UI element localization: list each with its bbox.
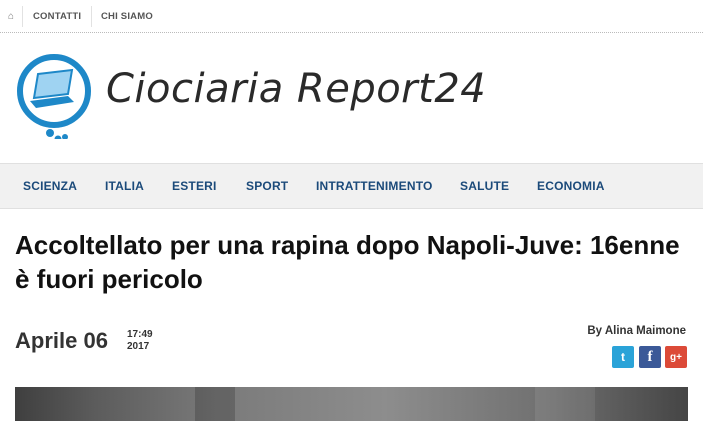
nav-item-sport[interactable]: SPORT (246, 164, 288, 208)
image-highlight (535, 387, 595, 421)
link-chi-siamo[interactable]: CHI SIAMO (101, 0, 153, 33)
image-shade (195, 387, 235, 421)
article-year: 2017 (127, 341, 150, 352)
article-byline[interactable]: By Alina Maimone (587, 325, 686, 337)
home-icon[interactable]: ⌂ (0, 0, 22, 33)
site-logo-text[interactable]: Ciociaria Report24 (106, 66, 486, 112)
nav-item-salute[interactable]: SALUTE (460, 164, 509, 208)
site-header: Ciociaria Report24 (0, 33, 703, 163)
article-headline: Accoltellato per una rapina dopo Napoli-… (15, 230, 680, 294)
google-plus-share-icon[interactable]: g+ (665, 346, 687, 368)
main-nav: SCIENZA ITALIA ESTERI SPORT INTRATTENIME… (0, 163, 703, 209)
article-date: Aprile 06 (15, 328, 108, 353)
top-bar: ⌂ CONTATTI CHI SIAMO (0, 0, 703, 33)
article-image (15, 387, 688, 421)
link-contatti[interactable]: CONTATTI (33, 0, 81, 33)
nav-item-esteri[interactable]: ESTERI (172, 164, 217, 208)
nav-item-italia[interactable]: ITALIA (105, 164, 144, 208)
nav-item-economia[interactable]: ECONOMIA (537, 164, 605, 208)
divider (22, 6, 23, 27)
facebook-share-icon[interactable]: f (639, 346, 661, 368)
twitter-share-icon[interactable]: t (612, 346, 634, 368)
nav-item-intrattenimento[interactable]: INTRATTENIMENTO (316, 164, 433, 208)
article-hour: 17:49 (127, 329, 153, 340)
divider (91, 6, 92, 27)
article-time: 17:49 2017 (127, 329, 153, 353)
nav-item-scienza[interactable]: SCIENZA (23, 164, 77, 208)
laptop-bubble-icon[interactable] (12, 49, 102, 139)
